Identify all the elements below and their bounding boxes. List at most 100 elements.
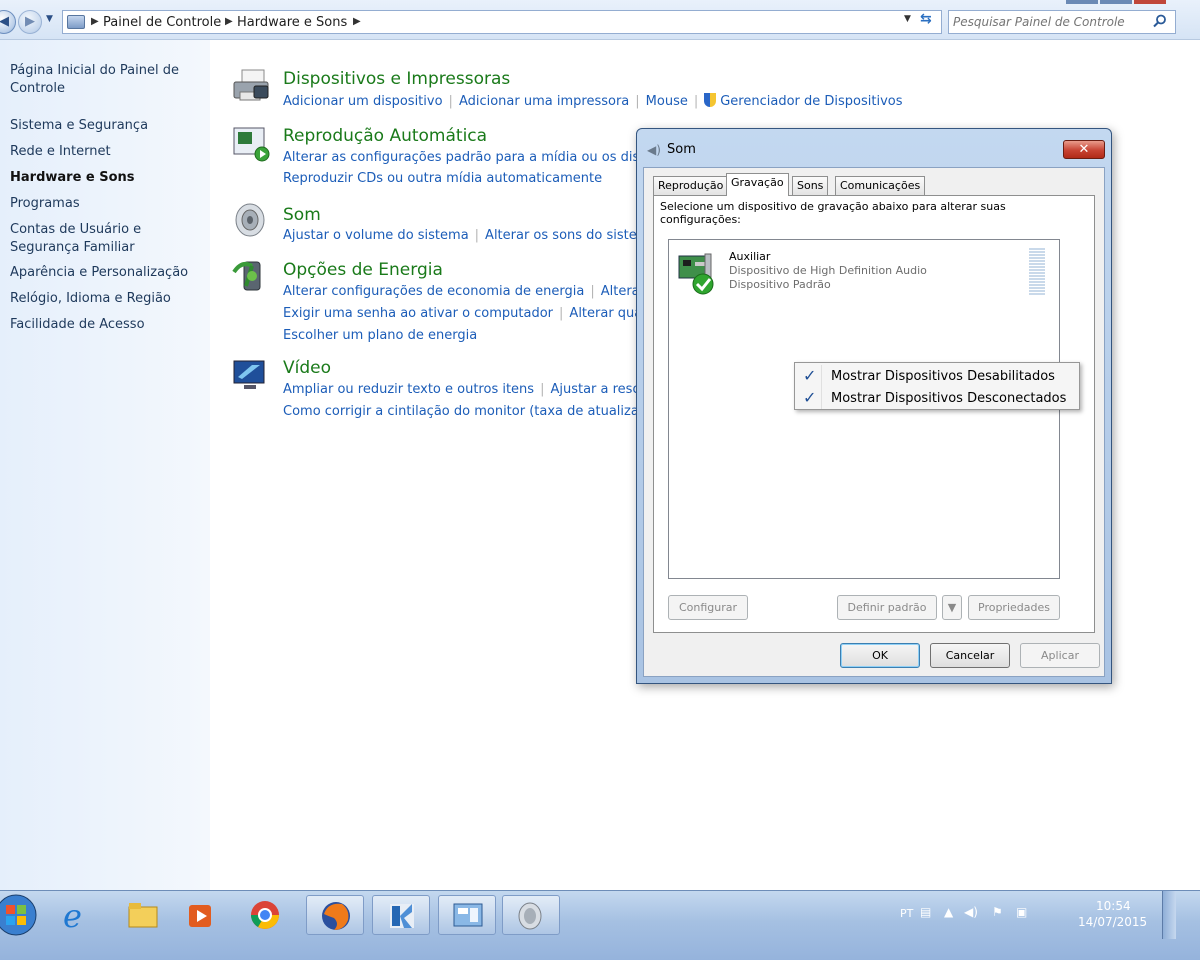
link-monitor-flicker[interactable]: Como corrigir a cintilação do monitor (t… xyxy=(283,404,654,419)
category-title-autoplay[interactable]: Reprodução Automática xyxy=(283,126,487,146)
link-add-printer[interactable]: Adicionar uma impressora xyxy=(459,94,629,109)
show-hidden-icons-icon[interactable]: ▲ xyxy=(944,905,953,919)
link-change-media-defaults[interactable]: Alterar as configurações padrão para a m… xyxy=(283,150,656,165)
display-icon[interactable] xyxy=(232,357,272,397)
shield-icon xyxy=(704,93,717,107)
app-k-icon xyxy=(390,904,414,928)
level-meter xyxy=(1029,248,1045,296)
tab-playback[interactable]: Reprodução xyxy=(653,176,729,195)
taskbar-file-explorer[interactable] xyxy=(114,895,172,935)
taskbar-internet-explorer[interactable]: e xyxy=(46,895,104,935)
language-indicator[interactable]: PT xyxy=(900,907,913,920)
sidebar-item-home[interactable]: Página Inicial do Painel de Controle xyxy=(10,62,206,98)
sidebar-item-system-security[interactable]: Sistema e Segurança xyxy=(10,117,206,135)
device-driver: Dispositivo de High Definition Audio xyxy=(729,264,927,277)
autoplay-icon[interactable] xyxy=(232,124,272,164)
sidebar-item-user-accounts[interactable]: Contas de Usuário e Segurança Familiar xyxy=(10,221,206,257)
link-change-system-sounds[interactable]: Alterar os sons do sistem xyxy=(485,228,649,243)
sidebar-item-programs[interactable]: Programas xyxy=(10,195,206,213)
address-dropdown-icon[interactable]: ▼ xyxy=(904,14,911,24)
sidebar-item-hardware-sounds[interactable]: Hardware e Sons xyxy=(10,169,206,187)
link-add-device[interactable]: Adicionar um dispositivo xyxy=(283,94,443,109)
category-title-display[interactable]: Vídeo xyxy=(283,358,331,378)
link-separator: | xyxy=(559,306,564,321)
menu-item-show-disabled[interactable]: ✓ Mostrar Dispositivos Desabilitados xyxy=(797,365,1077,387)
category-links-power-row3: Escolher um plano de energia xyxy=(283,328,477,343)
sidebar-item-appearance[interactable]: Aparência e Personalização xyxy=(10,264,206,282)
dialog-title: Som xyxy=(667,142,696,157)
power-icon[interactable] xyxy=(232,256,272,296)
speaker-icon[interactable] xyxy=(232,200,272,240)
link-adjust-volume[interactable]: Ajustar o volume do sistema xyxy=(283,228,469,243)
taskbar-control-panel[interactable] xyxy=(438,895,496,935)
volume-icon[interactable]: ◀) xyxy=(964,905,978,919)
breadcrumb-arrow-icon[interactable]: ▶ xyxy=(91,16,99,27)
category-links-power-row1: Alterar configurações de economia de ene… xyxy=(283,284,645,299)
tab-panel: Selecione um dispositivo de gravação aba… xyxy=(653,195,1095,633)
breadcrumb-control-panel[interactable]: Painel de Controle xyxy=(103,15,221,30)
sidebar-item-clock-language[interactable]: Relógio, Idioma e Região xyxy=(10,290,206,308)
set-default-button[interactable]: Definir padrão xyxy=(837,595,937,620)
configure-button[interactable]: Configurar xyxy=(668,595,748,620)
tab-sounds[interactable]: Sons xyxy=(792,176,829,195)
taskbar-firefox[interactable] xyxy=(306,895,364,935)
close-window-button[interactable] xyxy=(1134,0,1166,4)
action-center-flag-icon[interactable]: ⚑ xyxy=(992,905,1003,919)
category-title-devices[interactable]: Dispositivos e Impressoras xyxy=(283,69,510,89)
refresh-icon[interactable]: ⇆ xyxy=(920,11,932,27)
link-mouse[interactable]: Mouse xyxy=(646,94,688,109)
minimize-button[interactable] xyxy=(1066,0,1098,4)
taskbar-sound[interactable] xyxy=(502,895,560,935)
tab-communications[interactable]: Comunicações xyxy=(835,176,926,195)
maximize-button[interactable] xyxy=(1100,0,1132,4)
menu-item-show-disconnected[interactable]: ✓ Mostrar Dispositivos Desconectados xyxy=(797,387,1077,409)
taskbar-media-player[interactable] xyxy=(172,895,230,935)
keyboard-icon[interactable]: ▤ xyxy=(920,905,931,919)
speaker-icon xyxy=(518,902,542,930)
internet-explorer-icon: e xyxy=(63,899,82,931)
link-text-size[interactable]: Ampliar ou reduzir texto e outros itens xyxy=(283,382,534,397)
category-title-power[interactable]: Opções de Energia xyxy=(283,260,443,280)
ok-button[interactable]: OK xyxy=(840,643,920,668)
apply-button[interactable]: Aplicar xyxy=(1020,643,1100,668)
set-default-dropdown-icon[interactable]: ▼ xyxy=(942,595,962,620)
taskbar-app-k[interactable] xyxy=(372,895,430,935)
chrome-icon xyxy=(251,901,279,929)
search-icon[interactable] xyxy=(1153,14,1167,28)
sidebar-item-ease-of-access[interactable]: Facilidade de Acesso xyxy=(10,316,206,334)
menu-item-label: Mostrar Dispositivos Desconectados xyxy=(831,391,1067,406)
device-name[interactable]: Auxiliar xyxy=(729,250,770,264)
history-dropdown-icon[interactable]: ▼ xyxy=(46,14,53,24)
search-input[interactable] xyxy=(951,13,1147,31)
breadcrumb-arrow-icon[interactable]: ▶ xyxy=(353,16,361,27)
link-power-savings[interactable]: Alterar configurações de economia de ene… xyxy=(283,284,584,299)
link-require-password[interactable]: Exigir uma senha ao ativar o computador xyxy=(283,306,553,321)
category-title-sound[interactable]: Som xyxy=(283,205,321,225)
link-play-cds[interactable]: Reproduzir CDs ou outra mídia automatica… xyxy=(283,171,602,186)
category-links-sound: Ajustar o volume do sistema | Alterar os s… xyxy=(283,228,649,243)
clock-time[interactable]: 10:54 xyxy=(1096,899,1131,913)
breadcrumb-arrow-icon[interactable]: ▶ xyxy=(225,16,233,27)
forward-button[interactable]: ▶ xyxy=(18,10,42,34)
sidebar-item-network-internet[interactable]: Rede e Internet xyxy=(10,143,206,161)
tab-recording[interactable]: Gravação xyxy=(726,173,789,196)
dialog-close-button[interactable]: ✕ xyxy=(1063,140,1105,159)
link-device-manager[interactable]: Gerenciador de Dispositivos xyxy=(720,94,902,109)
cancel-button[interactable]: Cancelar xyxy=(930,643,1010,668)
breadcrumb[interactable]: ▶ Painel de Controle ▶ Hardware e Sons ▶ xyxy=(62,10,942,34)
category-links-autoplay-row2: Reproduzir CDs ou outra mídia automatica… xyxy=(283,171,602,186)
properties-button[interactable]: Propriedades xyxy=(968,595,1060,620)
show-desktop-button[interactable] xyxy=(1162,891,1176,939)
clock-date[interactable]: 14/07/2015 xyxy=(1078,915,1147,929)
breadcrumb-hardware-sounds[interactable]: Hardware e Sons xyxy=(237,15,347,30)
network-icon[interactable]: ▣ xyxy=(1016,905,1027,919)
link-choose-power-plan[interactable]: Escolher um plano de energia xyxy=(283,328,477,343)
start-orb-icon[interactable] xyxy=(0,893,38,937)
link-separator: | xyxy=(590,284,595,299)
search-box[interactable] xyxy=(948,10,1176,34)
printer-icon[interactable] xyxy=(232,66,272,106)
sound-card-icon xyxy=(678,253,714,295)
back-button[interactable]: ◀ xyxy=(0,10,16,34)
sound-dialog-icon: ◀) xyxy=(647,143,661,157)
taskbar-chrome[interactable] xyxy=(236,895,294,935)
